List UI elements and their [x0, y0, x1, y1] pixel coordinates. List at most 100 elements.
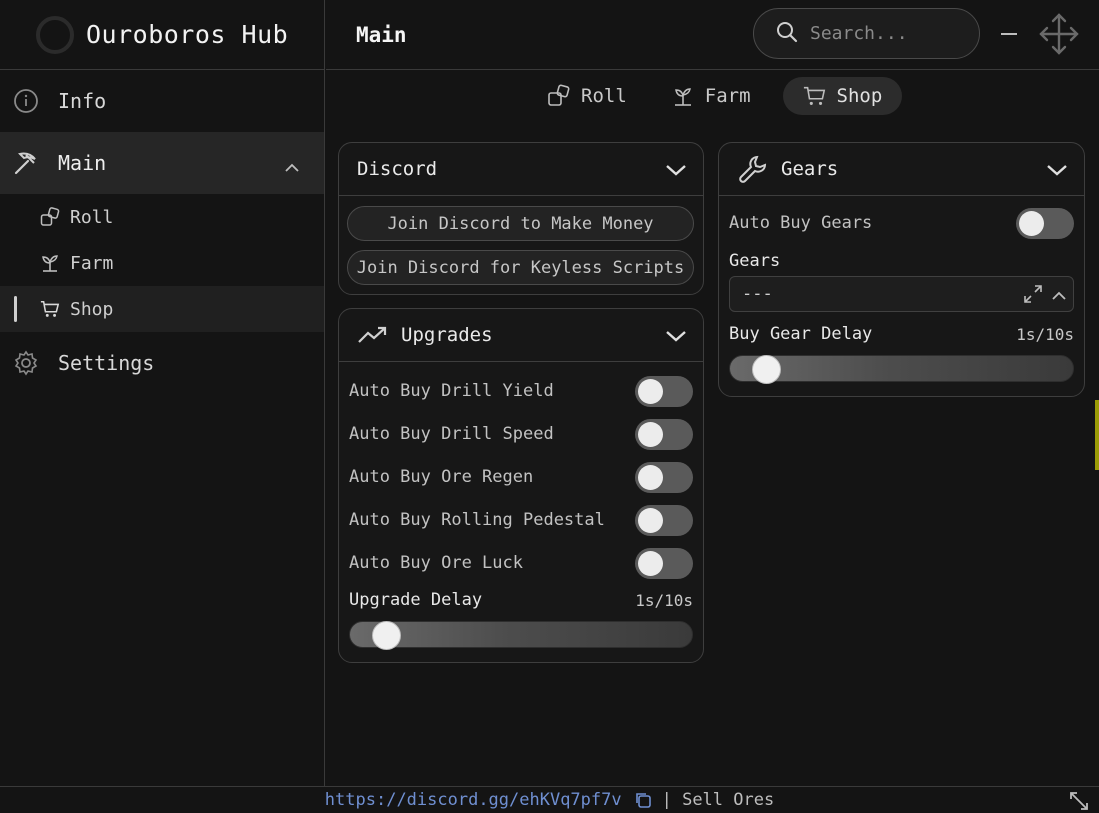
- buy-gear-delay-slider[interactable]: [729, 355, 1074, 384]
- sidebar: Ouroboros Hub Info Main Roll Farm Shop S…: [0, 0, 325, 786]
- toggle-knob: [638, 379, 663, 404]
- sidebar-subitem-roll[interactable]: Roll: [0, 194, 324, 240]
- upgrades-card: Upgrades Auto Buy Drill Yield Auto Buy D…: [338, 308, 704, 663]
- slider-label: Buy Gear Delay: [729, 324, 873, 344]
- join-discord-keyless-button[interactable]: Join Discord for Keyless Scripts: [347, 250, 694, 285]
- toggle-knob: [638, 422, 663, 447]
- sidebar-subitem-farm[interactable]: Farm: [0, 240, 324, 286]
- toggle-knob: [638, 551, 663, 576]
- slider-value: 1s/10s: [1016, 325, 1074, 344]
- auto-buy-ore-luck-toggle[interactable]: [635, 548, 693, 579]
- header: Main: [326, 0, 1099, 70]
- sidebar-subitem-label: Shop: [70, 298, 114, 320]
- app-title: Ouroboros Hub: [86, 20, 289, 49]
- sidebar-item-label: Main: [58, 151, 107, 175]
- sidebar-item-main[interactable]: Main: [0, 132, 324, 194]
- gear-icon: [12, 349, 40, 377]
- toggle-row: Auto Buy Drill Speed: [349, 416, 693, 452]
- upgrade-delay-slider[interactable]: [349, 621, 693, 650]
- sidebar-item-label: Info: [58, 89, 107, 113]
- slider-label: Upgrade Delay: [349, 590, 483, 610]
- discord-link[interactable]: https://discord.gg/ehKVq7pf7v: [325, 790, 622, 810]
- toggle-knob: [638, 465, 663, 490]
- search-icon: [776, 21, 798, 47]
- footer-status: | Sell Ores: [661, 790, 775, 810]
- auto-buy-gears-toggle[interactable]: [1016, 208, 1074, 239]
- toggle-knob: [1019, 211, 1044, 236]
- page-title: Main: [356, 22, 407, 47]
- sprout-icon: [671, 84, 695, 108]
- logo-icon: [36, 15, 74, 54]
- toggle-row: Auto Buy Drill Yield: [349, 373, 693, 409]
- minimize-button[interactable]: [1001, 33, 1017, 35]
- slider-handle[interactable]: [752, 355, 781, 384]
- tab-label: Roll: [581, 85, 627, 107]
- toggle-label: Auto Buy Drill Speed: [349, 424, 554, 444]
- card-header[interactable]: Gears: [719, 143, 1084, 196]
- info-icon: [12, 87, 40, 115]
- sidebar-item-info[interactable]: Info: [0, 70, 324, 132]
- toggle-row: Auto Buy Rolling Pedestal: [349, 502, 693, 538]
- gears-card: Gears Auto Buy Gears Gears --- Buy Gear …: [718, 142, 1085, 397]
- sidebar-subitem-shop[interactable]: Shop: [0, 286, 324, 332]
- expand-icon[interactable]: [1021, 283, 1045, 310]
- search-box[interactable]: [753, 8, 980, 59]
- toggle-label: Auto Buy Gears: [729, 213, 873, 233]
- tab-roll[interactable]: Roll: [535, 77, 639, 115]
- card-title: Gears: [781, 158, 839, 180]
- search-input[interactable]: [810, 23, 960, 44]
- pickaxe-icon: [12, 149, 40, 177]
- cart-icon: [40, 299, 60, 319]
- brand: Ouroboros Hub: [0, 0, 324, 70]
- footer: https://discord.gg/ehKVq7pf7v | Sell Ore…: [0, 786, 1099, 813]
- move-icon[interactable]: [1039, 12, 1079, 60]
- sidebar-item-label: Settings: [58, 351, 155, 375]
- window-edge-highlight: [1095, 400, 1099, 470]
- copy-icon[interactable]: [634, 791, 652, 809]
- toggle-label: Auto Buy Drill Yield: [349, 381, 554, 401]
- tab-bar: Roll Farm Shop: [535, 77, 922, 115]
- sidebar-subitem-label: Farm: [70, 252, 114, 274]
- toggle-row: Auto Buy Ore Regen: [349, 459, 693, 495]
- tab-farm[interactable]: Farm: [659, 77, 763, 115]
- toggle-knob: [638, 508, 663, 533]
- toggle-label: Auto Buy Ore Luck: [349, 553, 523, 573]
- discord-card: Discord Join Discord to Make Money Join …: [338, 142, 704, 295]
- tab-shop[interactable]: Shop: [782, 77, 903, 115]
- card-title: Upgrades: [401, 324, 493, 346]
- toggle-row: Auto Buy Gears: [729, 205, 1074, 241]
- resize-icon[interactable]: [1069, 791, 1089, 813]
- chevron-up-icon[interactable]: [1051, 287, 1067, 307]
- toggle-label: Auto Buy Rolling Pedestal: [349, 510, 605, 530]
- slider-value: 1s/10s: [635, 591, 693, 610]
- auto-buy-drill-yield-toggle[interactable]: [635, 376, 693, 407]
- active-indicator: [14, 296, 17, 322]
- sprout-icon: [40, 253, 60, 273]
- auto-buy-ore-regen-toggle[interactable]: [635, 462, 693, 493]
- auto-buy-drill-speed-toggle[interactable]: [635, 419, 693, 450]
- dropdown-label: Gears: [729, 251, 781, 271]
- cart-icon: [803, 84, 827, 108]
- chevron-down-icon[interactable]: [665, 160, 687, 182]
- gears-dropdown[interactable]: ---: [729, 276, 1074, 312]
- trending-up-icon: [357, 324, 389, 346]
- card-header[interactable]: Discord: [339, 143, 703, 196]
- toggle-label: Auto Buy Ore Regen: [349, 467, 534, 487]
- chevron-down-icon[interactable]: [1046, 160, 1068, 182]
- slider-handle[interactable]: [372, 621, 401, 650]
- join-discord-money-button[interactable]: Join Discord to Make Money: [347, 206, 694, 241]
- card-header[interactable]: Upgrades: [339, 309, 703, 362]
- sidebar-subitem-label: Roll: [70, 206, 114, 228]
- chevron-down-icon[interactable]: [665, 326, 687, 348]
- auto-buy-rolling-pedestal-toggle[interactable]: [635, 505, 693, 536]
- dropdown-value: ---: [742, 284, 773, 304]
- chevron-up-icon[interactable]: [284, 154, 300, 178]
- tab-label: Farm: [704, 85, 751, 107]
- dice-icon: [547, 84, 571, 108]
- toggle-row: Auto Buy Ore Luck: [349, 545, 693, 581]
- dice-icon: [40, 207, 60, 227]
- sidebar-item-settings[interactable]: Settings: [0, 332, 324, 394]
- app-window: Ouroboros Hub Info Main Roll Farm Shop S…: [0, 0, 1099, 813]
- card-title: Discord: [357, 158, 438, 180]
- wrench-icon: [737, 153, 769, 185]
